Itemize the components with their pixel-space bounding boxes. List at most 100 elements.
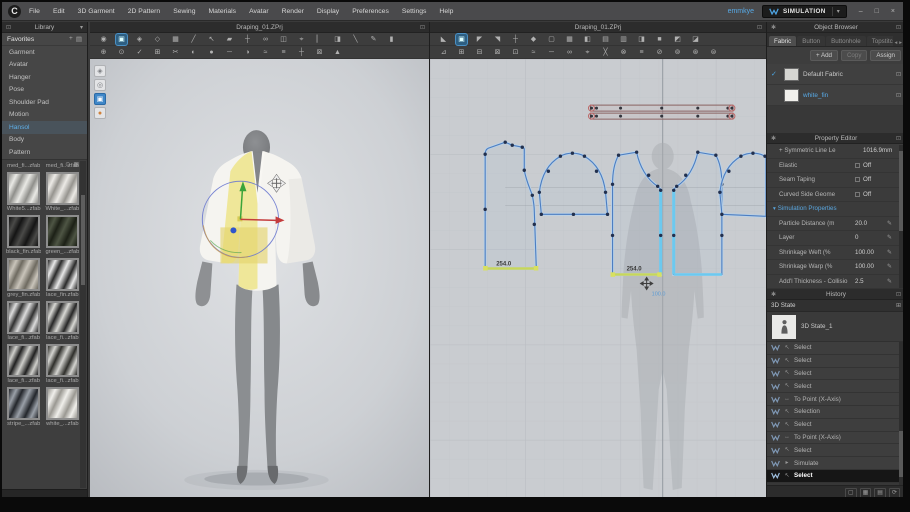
edit-pencil-icon[interactable]: ✎ <box>887 278 895 285</box>
check-icon[interactable]: ✓ <box>771 70 780 78</box>
property-row[interactable]: ▾ Shrinkage Weft (% 100.00 ✎ <box>767 246 903 261</box>
fabric-thumbnail[interactable] <box>46 344 79 377</box>
toolbar-icon[interactable]: ⊗ <box>618 47 629 58</box>
history-row[interactable]: ↖ Select <box>767 444 903 457</box>
fabric-swatch[interactable]: lace_fi...zfab <box>6 301 41 341</box>
toolbar-icon[interactable]: ⌖ <box>582 47 593 58</box>
history-row[interactable]: ↔ To Point (X-Axis) <box>767 393 903 406</box>
edit-pencil-icon[interactable]: ✎ <box>887 220 895 227</box>
history-header[interactable]: ✱ History ⊡ <box>767 289 903 300</box>
toolbar-icon[interactable]: ◉ <box>98 34 109 45</box>
property-value[interactable]: 100.00 <box>855 263 887 270</box>
fabric-swatch[interactable]: stripe_...zfab <box>6 387 41 427</box>
menu-item[interactable]: Render <box>282 8 304 15</box>
property-value[interactable]: Off <box>863 162 895 169</box>
refresh-icon[interactable]: ⊙ <box>65 161 70 168</box>
toolbar-icon[interactable]: ▦ <box>170 34 181 45</box>
fabric-swatch[interactable]: lace_fi...zfab <box>45 344 79 384</box>
toolbar-icon[interactable]: ◨ <box>636 34 647 45</box>
history-tool-icon[interactable]: ⟳ <box>889 488 900 498</box>
library-item[interactable]: Pose <box>2 84 87 97</box>
history-row[interactable]: ↖ Select <box>767 470 903 483</box>
history-row[interactable]: ↖ Select <box>767 342 903 355</box>
fabric-swatch[interactable]: lace_fin.zfab <box>45 258 79 298</box>
fabric-swatch[interactable]: White5...zfab <box>6 172 41 212</box>
toolbar-icon[interactable]: ─ <box>546 47 557 58</box>
scrollbar-thumb[interactable] <box>81 195 85 285</box>
toolbar-icon[interactable]: ⊡ <box>510 47 521 58</box>
view-toggle-icon[interactable]: ◈ <box>94 65 106 77</box>
toolbar-icon[interactable]: ⊙ <box>116 47 127 58</box>
property-value[interactable]: 2.5 <box>855 278 887 285</box>
simulation-button[interactable]: SIMULATION ▾ <box>762 5 847 18</box>
history-row[interactable]: ↖ Selection <box>767 406 903 419</box>
menu-item[interactable]: Materials <box>209 8 237 15</box>
toolbar-icon[interactable]: ◈ <box>134 34 145 45</box>
section-collapse-icon[interactable]: ▾ <box>773 206 776 212</box>
library-item[interactable]: Hansol <box>2 121 87 134</box>
toolbar-icon[interactable]: ∞ <box>564 47 575 58</box>
menu-item[interactable]: Settings <box>402 8 427 15</box>
history-tool-icon[interactable]: ▢ <box>845 488 857 498</box>
edit-icon[interactable]: ⊡ <box>896 71 901 78</box>
toolbar-icon[interactable]: ╲ <box>350 34 361 45</box>
toolbar-icon[interactable]: ◫ <box>278 34 289 45</box>
library-item[interactable]: Body <box>2 134 87 147</box>
2d-viewport[interactable]: 0 ▾ <box>430 59 766 497</box>
fabric-swatch[interactable]: lace_fi...zfab <box>45 301 79 341</box>
toolbar-icon[interactable]: ▰ <box>224 34 235 45</box>
toolbar-icon[interactable]: ╳ <box>600 47 611 58</box>
toolbar-icon[interactable]: ≈ <box>260 47 271 58</box>
toolbar-icon[interactable]: ▦ <box>564 34 575 45</box>
history-tool-icon[interactable]: ▦ <box>860 488 872 498</box>
record-state-icon[interactable]: ⊞ <box>896 302 901 309</box>
toolbar-icon[interactable]: ⊟ <box>474 47 485 58</box>
tab-scroll-right-icon[interactable]: ▸ <box>898 40 903 46</box>
toolbar-icon[interactable]: ◐ <box>188 47 199 58</box>
toolbar-icon[interactable]: ⊜ <box>708 47 719 58</box>
scrollbar-thumb[interactable] <box>899 151 903 231</box>
toolbar-icon[interactable]: ◩ <box>672 34 683 45</box>
menu-item[interactable]: 2D Pattern <box>128 8 161 15</box>
menu-item[interactable]: Help <box>439 8 453 15</box>
checkbox[interactable] <box>855 177 860 182</box>
2d-window-titlebar[interactable]: Draping_01.ZPrj ⊡ <box>430 22 766 33</box>
menu-item[interactable]: Preferences <box>352 8 389 15</box>
fabric-swatch[interactable]: med_fi...zfab <box>6 162 41 169</box>
toolbar-icon[interactable]: ≡ <box>278 47 289 58</box>
fabric-swatch[interactable]: White_...zfab <box>45 172 79 212</box>
3d-window-titlebar[interactable]: Draping_01.ZPrj ⊡ <box>90 22 429 33</box>
fabric-thumbnail[interactable] <box>46 301 79 334</box>
fabric-thumbnail[interactable] <box>46 215 79 248</box>
toolbar-icon[interactable]: ≈ <box>528 47 539 58</box>
property-row[interactable]: ▾ + Symmetric Line Le 1016.9mm ✎ <box>767 144 903 159</box>
toolbar-icon[interactable]: ⊿ <box>438 47 449 58</box>
fabric-thumbnail[interactable] <box>46 258 79 291</box>
property-row[interactable]: ▾ Add'l Thickness - Collisio 2.5 ✎ <box>767 275 903 290</box>
toolbar-icon[interactable]: ✎ <box>368 34 379 45</box>
toolbar-icon[interactable]: ▤ <box>600 34 611 45</box>
toolbar-icon[interactable]: ▣ <box>456 34 467 45</box>
toolbar-icon[interactable]: ◇ <box>152 34 163 45</box>
library-item[interactable]: Shoulder Pad <box>2 96 87 109</box>
toolbar-icon[interactable]: ⊠ <box>314 47 325 58</box>
history-row[interactable]: ↖ Select <box>767 355 903 368</box>
toolbar-icon[interactable]: ✓ <box>134 47 145 58</box>
toolbar-icon[interactable]: ▥ <box>618 34 629 45</box>
toolbar-icon[interactable]: ╱ <box>188 34 199 45</box>
fabric-thumbnail[interactable] <box>7 344 40 377</box>
edit-icon[interactable]: ⊡ <box>896 92 901 99</box>
property-value[interactable]: 100.00 <box>855 249 887 256</box>
toolbar-icon[interactable]: ▢ <box>546 34 557 45</box>
property-value[interactable]: Off <box>863 176 895 183</box>
toolbar-icon[interactable]: ⊘ <box>654 47 665 58</box>
3d-viewport[interactable]: ◈◎▣● <box>90 59 429 497</box>
toolbar-icon[interactable]: ⊕ <box>98 47 109 58</box>
add-folder-icon[interactable]: ▤ <box>76 35 82 43</box>
toolbar-icon[interactable]: ◪ <box>690 34 701 45</box>
history-row[interactable]: ↖ Select <box>767 380 903 393</box>
library-item[interactable]: Pattern <box>2 146 87 159</box>
toolbar-icon[interactable]: ─ <box>224 47 235 58</box>
tab[interactable]: Buttonhole <box>826 36 866 46</box>
toolbar-icon[interactable]: ◆ <box>528 34 539 45</box>
